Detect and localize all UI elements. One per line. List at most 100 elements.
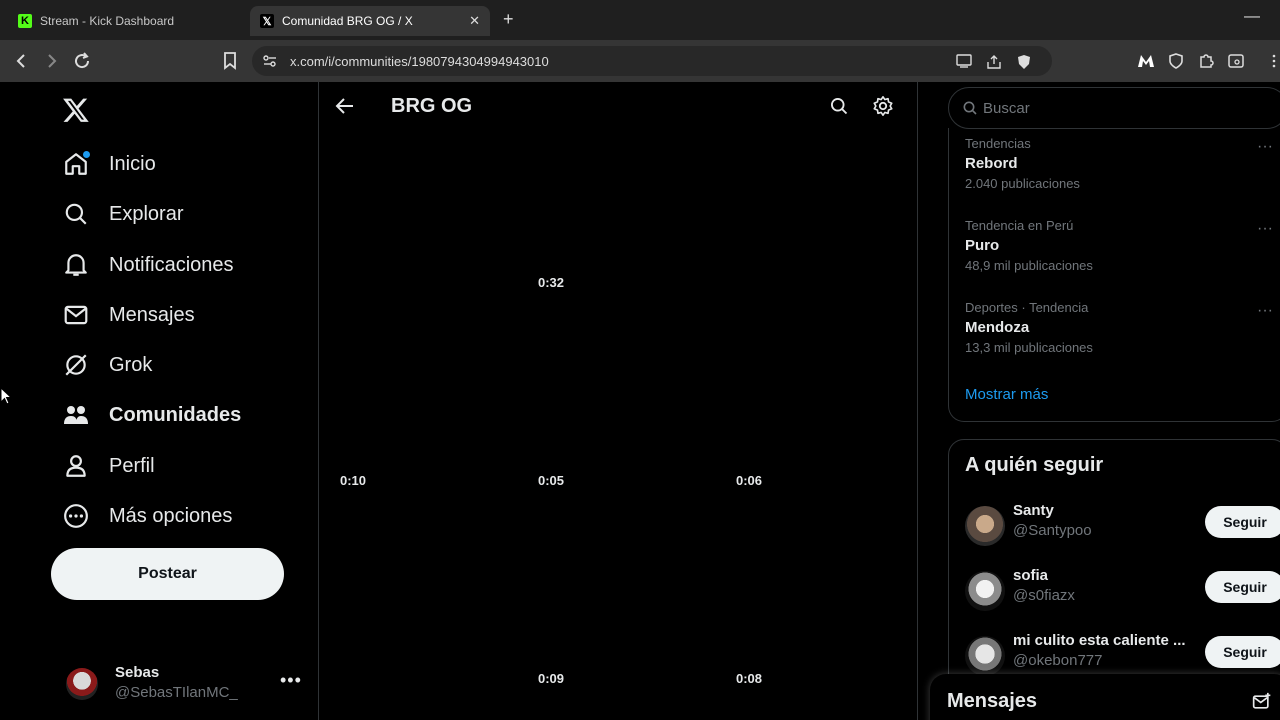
avatar[interactable] [965, 571, 1005, 611]
user-name[interactable]: mi culito esta caliente ... [1013, 632, 1186, 649]
nav-item-label: Mensajes [109, 303, 195, 326]
nav-item-label: Notificaciones [109, 253, 234, 276]
community-header: BRG OG [319, 82, 917, 134]
back-arrow-icon[interactable] [335, 96, 357, 118]
video-duration[interactable]: 0:05 [538, 473, 564, 488]
settings-gear-icon[interactable] [872, 95, 896, 119]
home-icon [62, 150, 90, 178]
extensions-puzzle-icon[interactable] [1196, 51, 1216, 71]
nav-item-label: Grok [109, 353, 153, 376]
video-duration[interactable]: 0:32 [538, 275, 564, 290]
nav-item-grok[interactable]: Grok [62, 345, 152, 385]
minimize-window-icon[interactable]: — [1244, 8, 1260, 26]
user-handle: @s0fiazx [1013, 587, 1075, 604]
search-icon [962, 100, 978, 120]
notification-dot [83, 151, 90, 158]
user-handle: @okebon777 [1013, 652, 1103, 669]
follow-suggestion[interactable]: Santy @Santypoo Seguir [965, 502, 1280, 552]
video-duration[interactable]: 0:09 [538, 671, 564, 686]
trend-item[interactable]: Tendencia en Perú Puro 48,9 mil publicac… [965, 218, 1273, 273]
follow-suggestion[interactable]: sofia @s0fiazx Seguir [965, 567, 1280, 617]
reload-icon[interactable] [71, 50, 93, 72]
follow-button[interactable]: Seguir [1205, 506, 1280, 538]
site-settings-icon[interactable] [262, 53, 278, 72]
post-button[interactable]: Postear [51, 548, 284, 600]
trend-count: 2.040 publicaciones [965, 176, 1080, 191]
messages-drawer[interactable]: Mensajes [930, 674, 1280, 720]
account-handle: @SebasTIlanMC_ [115, 684, 238, 701]
video-duration[interactable]: 0:10 [340, 473, 366, 488]
new-tab-icon[interactable]: + [503, 9, 514, 30]
nav-item-mensajes[interactable]: Mensajes [62, 295, 195, 335]
show-more-link[interactable]: Mostrar más [965, 386, 1048, 403]
nav-item-label: Perfil [109, 454, 155, 477]
grok-icon [62, 351, 90, 379]
bookmark-icon[interactable] [219, 50, 241, 72]
follow-button[interactable]: Seguir [1205, 571, 1280, 603]
mail-icon [62, 301, 90, 329]
left-navigation: Inicio Explorar Notificaciones Mensajes … [0, 82, 318, 720]
user-name[interactable]: Santy [1013, 502, 1054, 519]
follow-button[interactable]: Seguir [1205, 636, 1280, 668]
more-icon[interactable]: ··· [1257, 138, 1273, 156]
brave-shield-icon[interactable] [1016, 54, 1032, 73]
more-icon[interactable]: ··· [1257, 302, 1273, 320]
trend-name: Mendoza [965, 319, 1030, 336]
user-handle: @Santypoo [1013, 522, 1092, 539]
share-icon[interactable] [986, 54, 1002, 73]
nav-item-perfil[interactable]: Perfil [62, 446, 155, 486]
browser-toolbar: x.com/i/communities/1980794304994943010 [0, 40, 1280, 82]
video-duration[interactable]: 0:08 [736, 671, 762, 686]
trend-item[interactable]: Deportes · Tendencia Mendoza 13,3 mil pu… [965, 300, 1273, 355]
nav-item-notificaciones[interactable]: Notificaciones [62, 245, 234, 285]
new-message-icon[interactable] [1252, 692, 1274, 714]
malwarebytes-extension-icon[interactable] [1136, 51, 1156, 71]
account-name: Sebas [115, 664, 160, 681]
trends-panel: Tendencias Rebord 2.040 publicaciones ··… [948, 128, 1280, 422]
account-switcher[interactable]: Sebas @SebasTIlanMC_ ••• [66, 660, 306, 710]
nav-item-explorar[interactable]: Explorar [62, 194, 183, 234]
trend-context: Tendencias [965, 136, 1031, 151]
mouse-cursor-icon [0, 387, 12, 405]
nav-item-label: Inicio [109, 152, 156, 175]
forward-icon[interactable] [40, 50, 62, 72]
trend-context: Deportes · Tendencia [965, 300, 1089, 315]
nav-item-label: Más opciones [109, 504, 233, 527]
avatar [66, 668, 98, 700]
nav-item-label: Explorar [109, 202, 184, 225]
search-icon[interactable] [829, 96, 851, 118]
trend-count: 13,3 mil publicaciones [965, 340, 1093, 355]
trend-name: Puro [965, 237, 1000, 254]
wallet-icon[interactable] [1226, 51, 1246, 71]
avatar[interactable] [965, 506, 1005, 546]
more-options-icon [62, 502, 90, 530]
shield-extension-icon[interactable] [1166, 51, 1186, 71]
user-name[interactable]: sofia [1013, 567, 1048, 584]
cast-icon[interactable] [956, 54, 972, 73]
search-placeholder: Buscar [983, 99, 1030, 117]
nav-item-inicio[interactable]: Inicio [62, 144, 156, 184]
back-icon[interactable] [11, 50, 33, 72]
trend-context: Tendencia en Perú [965, 218, 1074, 233]
x-logo-icon[interactable] [62, 96, 92, 126]
video-duration[interactable]: 0:06 [736, 473, 762, 488]
search-input[interactable]: Buscar [948, 87, 1280, 129]
more-icon[interactable]: ··· [1257, 220, 1273, 238]
nav-item-mas-opciones[interactable]: Más opciones [62, 496, 232, 536]
tab-title: Comunidad BRG OG / X [282, 14, 413, 28]
browser-tabbar: K Stream - Kick Dashboard 𝕏 Comunidad BR… [0, 0, 1280, 40]
avatar[interactable] [965, 636, 1005, 676]
address-bar[interactable]: x.com/i/communities/1980794304994943010 [252, 46, 1052, 76]
browser-menu-icon[interactable] [1264, 51, 1280, 71]
kick-icon: K [18, 14, 32, 28]
x-icon: 𝕏 [260, 14, 274, 28]
trend-item[interactable]: Tendencias Rebord 2.040 publicaciones ··… [965, 136, 1273, 191]
more-icon[interactable]: ••• [280, 670, 302, 691]
browser-tab-x[interactable]: 𝕏 Comunidad BRG OG / X ✕ [250, 6, 490, 36]
page-title: BRG OG [391, 95, 473, 117]
nav-item-comunidades[interactable]: Comunidades [62, 395, 241, 435]
tab-title: Stream - Kick Dashboard [40, 14, 175, 28]
search-icon [62, 200, 90, 228]
close-tab-icon[interactable]: ✕ [469, 13, 480, 29]
browser-tab-kick[interactable]: K Stream - Kick Dashboard [8, 6, 244, 36]
